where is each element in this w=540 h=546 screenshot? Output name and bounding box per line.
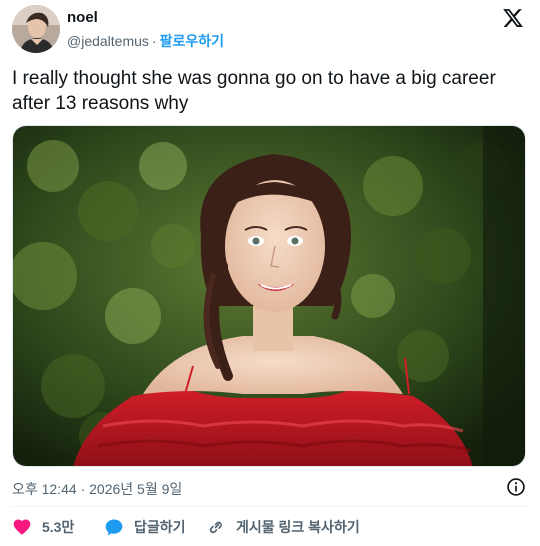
- heart-icon: [13, 519, 31, 535]
- x-logo-icon[interactable]: [502, 7, 524, 29]
- avatar[interactable]: [12, 5, 60, 53]
- reply-bubble-icon: [105, 519, 123, 536]
- copy-link-label: 게시물 링크 복사하기: [236, 519, 360, 535]
- action-bar: 5.3만 답글하기 게시물 링크 복사하기: [12, 515, 528, 539]
- tweet-photo[interactable]: [12, 125, 526, 467]
- copy-link-button[interactable]: 게시물 링크 복사하기: [206, 515, 360, 539]
- like-button[interactable]: 5.3만: [12, 515, 74, 539]
- handle-row: @jedaltemus · 팔로우하기: [67, 31, 224, 51]
- timestamp[interactable]: 오후 12:44 · 2026년 5월 9일: [12, 479, 182, 499]
- tweet-text: I really thought she was gonna go on to …: [12, 68, 496, 114]
- follow-button[interactable]: 팔로우하기: [160, 33, 224, 49]
- like-count: 5.3만: [42, 519, 75, 535]
- info-icon[interactable]: [506, 477, 526, 497]
- link-icon: [209, 521, 222, 534]
- reply-button[interactable]: 답글하기: [104, 515, 186, 539]
- author-handle[interactable]: @jedaltemus: [67, 33, 149, 49]
- separator-dot: ·: [151, 33, 157, 49]
- tweet-header: noel @jedaltemus · 팔로우하기: [0, 0, 540, 60]
- divider: [12, 506, 528, 507]
- reply-label: 답글하기: [134, 519, 186, 535]
- author-name[interactable]: noel: [67, 9, 98, 26]
- tweet-meta: 오후 12:44 · 2026년 5월 9일: [12, 477, 528, 497]
